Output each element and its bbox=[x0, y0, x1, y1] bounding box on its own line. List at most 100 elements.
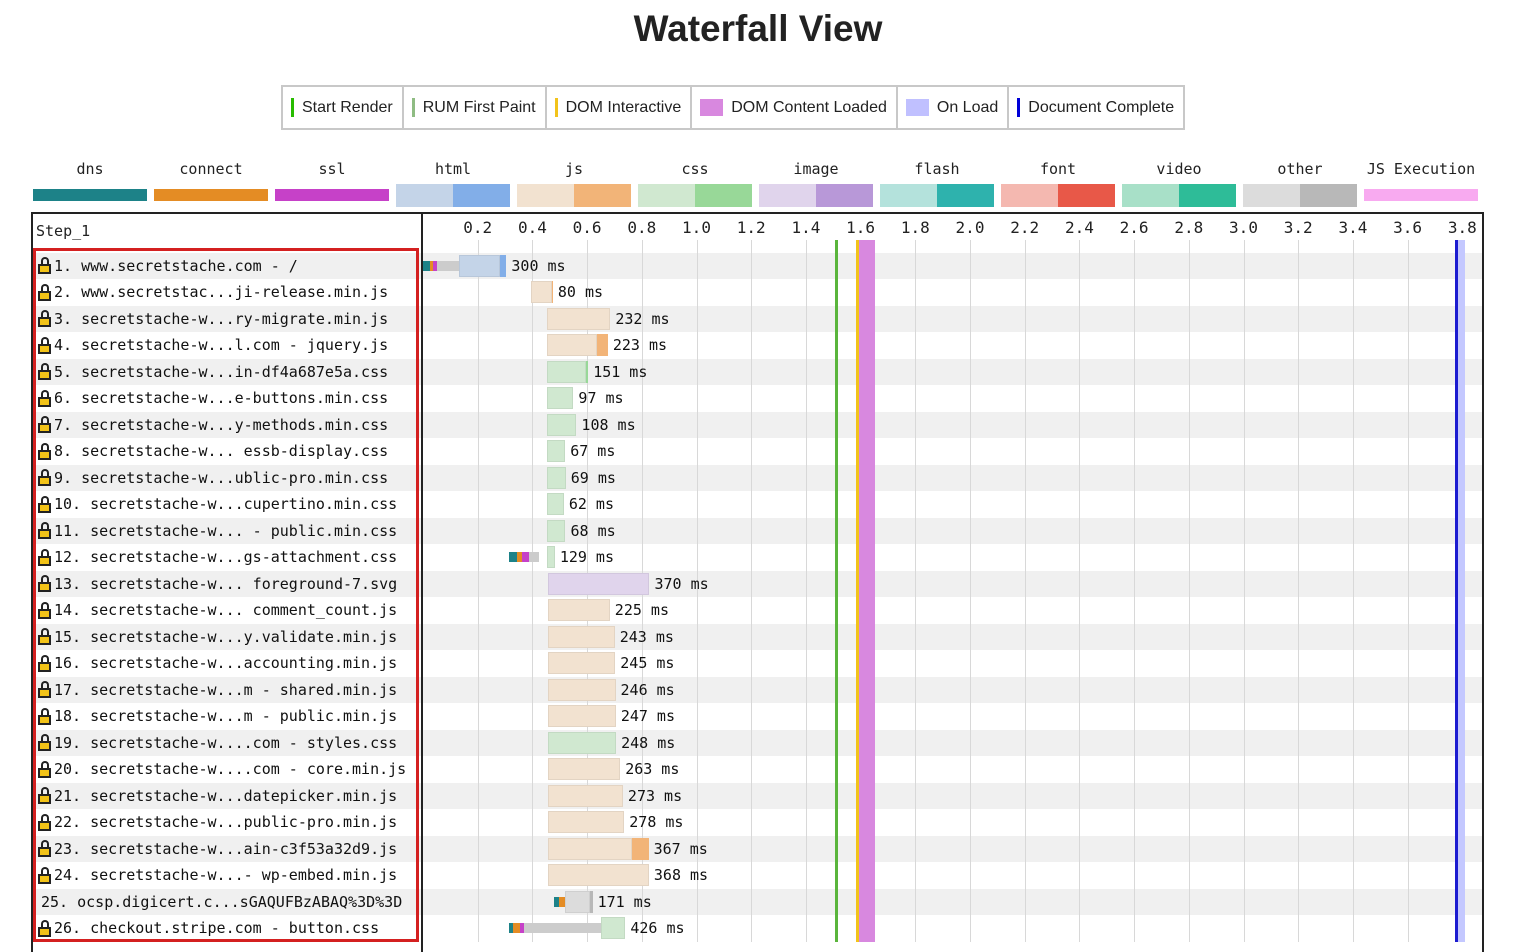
type-legend-image: image bbox=[759, 160, 873, 207]
type-legend-swatch bbox=[638, 184, 752, 207]
time-tick-label: 3.8 bbox=[1447, 218, 1477, 237]
request-bar-wait bbox=[458, 254, 500, 277]
request-bar-download bbox=[631, 837, 649, 860]
type-legend-html: html bbox=[396, 160, 510, 207]
legend-start-render: Start Render bbox=[283, 87, 404, 128]
request-bar-wait bbox=[548, 625, 615, 648]
legend-swatch bbox=[554, 98, 558, 117]
request-duration: 368 ms bbox=[653, 866, 709, 885]
request-bar-wait bbox=[546, 519, 566, 542]
request-duration: 68 ms bbox=[570, 521, 616, 540]
request-bar-download bbox=[585, 360, 589, 383]
request-bar-wait bbox=[546, 546, 555, 569]
time-tick-label: 0.4 bbox=[517, 218, 547, 237]
request-duration: 263 ms bbox=[625, 760, 680, 779]
request-bar-download bbox=[499, 254, 507, 277]
request-duration: 246 ms bbox=[620, 680, 675, 699]
request-bar-download bbox=[590, 890, 593, 913]
time-gridline bbox=[1298, 240, 1299, 942]
time-gridline bbox=[806, 240, 807, 942]
time-tick-label: 1.2 bbox=[736, 218, 766, 237]
legend-swatch bbox=[905, 99, 929, 116]
time-tick-label: 3.6 bbox=[1393, 218, 1423, 237]
legend-label: DOM Interactive bbox=[565, 98, 682, 116]
type-legend-label: image bbox=[793, 160, 839, 178]
legend-label: RUM First Paint bbox=[422, 98, 536, 116]
type-legend-swatch bbox=[1364, 189, 1478, 201]
request-bar-wait bbox=[546, 307, 611, 330]
dns-segment bbox=[508, 552, 518, 563]
waterfall-divider bbox=[421, 212, 423, 952]
time-gridline bbox=[478, 240, 479, 942]
legend-label: DOM Content Loaded bbox=[731, 98, 887, 116]
request-bar-wait bbox=[548, 864, 649, 887]
request-duration: 300 ms bbox=[511, 256, 566, 275]
type-legend-swatch bbox=[33, 189, 147, 201]
marker-dom-content-loaded bbox=[858, 240, 876, 942]
marker-on-load bbox=[1457, 240, 1466, 942]
type-legend-label: video bbox=[1156, 160, 1202, 178]
request-bar-wait bbox=[546, 334, 597, 357]
legend-dom-interactive: DOM Interactive bbox=[547, 87, 693, 128]
request-bar-wait bbox=[548, 599, 610, 622]
time-tick-label: 2.4 bbox=[1064, 218, 1094, 237]
request-duration: 67 ms bbox=[570, 442, 616, 461]
request-duration: 367 ms bbox=[653, 839, 708, 858]
request-duration: 62 ms bbox=[568, 495, 614, 514]
request-bar-wait bbox=[548, 837, 632, 860]
request-bar-wait bbox=[546, 493, 564, 516]
legend-rum-first-paint: RUM First Paint bbox=[404, 87, 547, 128]
type-legend-label: css bbox=[681, 160, 709, 178]
legend-label: Document Complete bbox=[1028, 98, 1175, 116]
request-bar-wait bbox=[546, 413, 577, 436]
time-tick-label: 3.2 bbox=[1283, 218, 1313, 237]
type-legend-label: dns bbox=[76, 160, 104, 178]
time-tick-label: 2.2 bbox=[1010, 218, 1040, 237]
request-bar-wait bbox=[548, 731, 617, 754]
request-duration: 370 ms bbox=[654, 574, 709, 593]
wait-segment bbox=[436, 260, 459, 271]
request-bar-wait bbox=[546, 360, 586, 383]
request-bar-download bbox=[596, 334, 608, 357]
legend-label: Start Render bbox=[302, 98, 393, 116]
time-gridline bbox=[1134, 240, 1135, 942]
request-list-highlight bbox=[33, 248, 419, 942]
time-tick-label: 2.0 bbox=[955, 218, 985, 237]
time-gridline bbox=[1353, 240, 1354, 942]
wait-segment bbox=[529, 552, 539, 563]
request-bar-wait bbox=[531, 281, 552, 304]
time-tick-label: 3.0 bbox=[1229, 218, 1258, 237]
type-legend-ssl: ssl bbox=[275, 160, 389, 201]
request-duration: 248 ms bbox=[621, 733, 676, 752]
type-legend-swatch bbox=[1243, 184, 1357, 207]
time-gridline bbox=[751, 240, 752, 942]
request-duration: 273 ms bbox=[627, 786, 683, 805]
marker-start-render bbox=[834, 240, 838, 942]
request-bar-wait bbox=[548, 652, 616, 675]
type-legend-label: other bbox=[1277, 160, 1323, 178]
type-legend-label: JS Execution bbox=[1366, 160, 1476, 178]
request-duration: 108 ms bbox=[581, 415, 636, 434]
request-bar-wait bbox=[548, 784, 623, 807]
wait-segment bbox=[524, 923, 601, 934]
legend-swatch bbox=[700, 99, 724, 116]
request-bar-wait bbox=[548, 758, 621, 781]
time-tick-label: 1.6 bbox=[846, 218, 876, 237]
request-duration: 243 ms bbox=[619, 627, 674, 646]
time-gridline bbox=[1244, 240, 1245, 942]
request-bar-wait bbox=[548, 811, 625, 834]
time-gridline bbox=[1025, 240, 1026, 942]
request-duration: 151 ms bbox=[593, 362, 648, 381]
time-tick-label: 0.8 bbox=[627, 218, 657, 237]
ssl-segment bbox=[522, 552, 530, 563]
time-tick-label: 3.4 bbox=[1338, 218, 1368, 237]
request-duration: 129 ms bbox=[559, 548, 614, 567]
request-duration: 97 ms bbox=[578, 389, 624, 408]
request-duration: 223 ms bbox=[612, 336, 668, 355]
legend-dom-content-loaded: DOM Content Loaded bbox=[692, 87, 898, 128]
time-tick-label: 0.6 bbox=[572, 218, 602, 237]
request-bar-wait bbox=[548, 572, 650, 595]
type-legend-js: js bbox=[517, 160, 631, 207]
type-legend-label: ssl bbox=[318, 160, 346, 178]
time-gridline bbox=[915, 240, 916, 942]
